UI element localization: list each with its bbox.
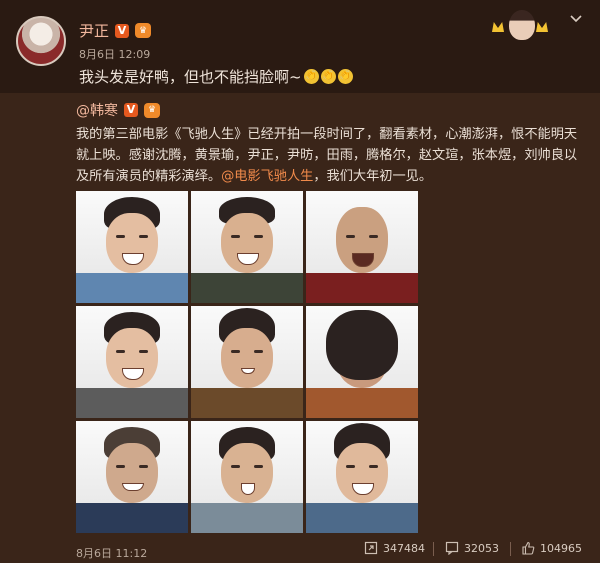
post-text: 我头发是好鸭，但也不能挡脸啊~ 👏 👏 👏 [79, 66, 353, 87]
decorative-card-badge [492, 8, 550, 44]
post-text-content: 我头发是好鸭，但也不能挡脸啊~ [79, 68, 302, 86]
author-avatar[interactable] [16, 16, 66, 66]
like-count: 104965 [540, 541, 582, 555]
photo-thumbnail[interactable] [306, 421, 418, 533]
retweet-text-tail: ，我们大年初一见。 [313, 169, 433, 184]
retweet-text: 我的第三部电影《飞驰人生》已经开拍一段时间了，翻看素材，心潮澎湃，恨不能明天就上… [76, 124, 588, 187]
post-time[interactable]: 8月6日 12:09 [79, 46, 150, 62]
portrait-icon [509, 10, 535, 40]
photo-thumbnail[interactable] [191, 306, 303, 418]
like-icon [522, 541, 535, 555]
repost-button[interactable]: 347484 [364, 541, 425, 555]
author-row: 尹正 V ♛ [79, 20, 152, 41]
photo-thumbnail[interactable] [76, 306, 188, 418]
repost-count: 347484 [383, 541, 425, 555]
photo-thumbnail[interactable] [306, 191, 418, 303]
clap-emoji: 👏 [303, 69, 319, 84]
photo-thumbnail[interactable] [191, 421, 303, 533]
photo-thumbnail[interactable] [306, 306, 418, 418]
comment-count: 32053 [464, 541, 499, 555]
retweet-time[interactable]: 8月6日 11:12 [76, 545, 147, 561]
like-button[interactable]: 104965 [521, 541, 582, 555]
divider [433, 542, 434, 556]
comment-icon [445, 541, 459, 555]
vip-crown-icon: ♛ [135, 23, 152, 38]
photo-thumbnail[interactable] [76, 421, 188, 533]
photo-thumbnail[interactable] [76, 191, 188, 303]
crown-icon [536, 22, 548, 32]
photo-grid [76, 191, 419, 534]
clap-emoji: 👏 [320, 69, 336, 84]
movie-account-link[interactable]: @电影飞驰人生 [221, 169, 313, 184]
comment-button[interactable]: 32053 [445, 541, 499, 555]
repost-icon [364, 541, 378, 555]
vip-crown-icon: ♛ [144, 102, 160, 118]
verified-v-icon: V [115, 23, 130, 38]
verified-v-icon: V [124, 103, 138, 117]
divider [510, 542, 511, 556]
photo-thumbnail[interactable] [191, 191, 303, 303]
chevron-down-icon[interactable] [568, 10, 584, 26]
author-name[interactable]: 尹正 [79, 20, 109, 41]
crown-icon [492, 22, 504, 32]
clap-emoji: 👏 [337, 69, 353, 84]
retweet-author-row: @韩寒 V ♛ [76, 100, 160, 120]
retweet-author-name[interactable]: @韩寒 [76, 100, 118, 120]
